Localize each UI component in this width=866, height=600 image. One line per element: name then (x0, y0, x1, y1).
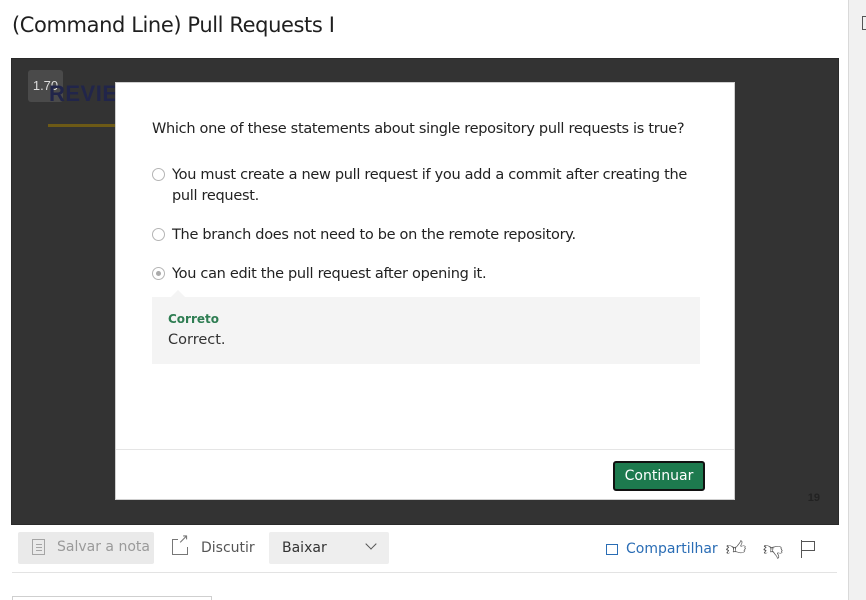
notes-input-edge[interactable] (12, 596, 212, 600)
download-select[interactable]: Baixar (269, 532, 389, 564)
share-label: Compartilhar (626, 541, 718, 557)
share-icon (606, 544, 618, 555)
discuss-label: Discutir (201, 540, 255, 556)
modal-footer: Continuar (116, 449, 734, 500)
feedback-pointer (171, 290, 185, 297)
chevron-down-icon (365, 538, 377, 550)
slide-heading-underline (48, 124, 118, 127)
video-toolbar: Salvar a nota Discutir Baixar Compartilh… (0, 528, 848, 573)
radio-button[interactable] (152, 168, 165, 181)
slide-number: 19 (807, 492, 820, 504)
save-note-button[interactable]: Salvar a nota (18, 532, 154, 564)
continue-button[interactable]: Continuar (613, 461, 705, 491)
download-label: Baixar (282, 540, 327, 556)
flag-icon[interactable] (800, 540, 816, 558)
radio-button[interactable] (152, 228, 165, 241)
panel-toggle-icon[interactable] (862, 16, 866, 30)
quiz-option-label: You must create a new pull request if yo… (172, 167, 688, 204)
external-link-icon (172, 533, 189, 555)
side-panel-strip[interactable] (848, 0, 866, 600)
note-icon (32, 539, 45, 555)
quiz-option-label: You can edit the pull request after open… (172, 266, 487, 282)
save-note-label: Salvar a nota (57, 539, 150, 555)
quiz-option-2[interactable]: The branch does not need to be on the re… (152, 225, 692, 246)
thumbs-down-icon[interactable]: 👎︎ (762, 538, 784, 560)
feedback-box: Correto Correct. (152, 297, 700, 364)
thumbs-up-icon[interactable]: 👍︎ (725, 538, 747, 560)
page-title: (Command Line) Pull Requests I (12, 13, 335, 37)
quiz-option-3[interactable]: You can edit the pull request after open… (152, 264, 692, 285)
quiz-question: Which one of these statements about sing… (152, 121, 685, 137)
quiz-option-1[interactable]: You must create a new pull request if yo… (152, 165, 692, 207)
quiz-modal: Which one of these statements about sing… (115, 82, 735, 500)
feedback-title: Correto (168, 312, 220, 326)
feedback-text: Correct. (168, 332, 226, 348)
quiz-option-label: The branch does not need to be on the re… (172, 227, 576, 243)
radio-button-selected[interactable] (152, 267, 165, 280)
toolbar-divider (12, 572, 837, 573)
